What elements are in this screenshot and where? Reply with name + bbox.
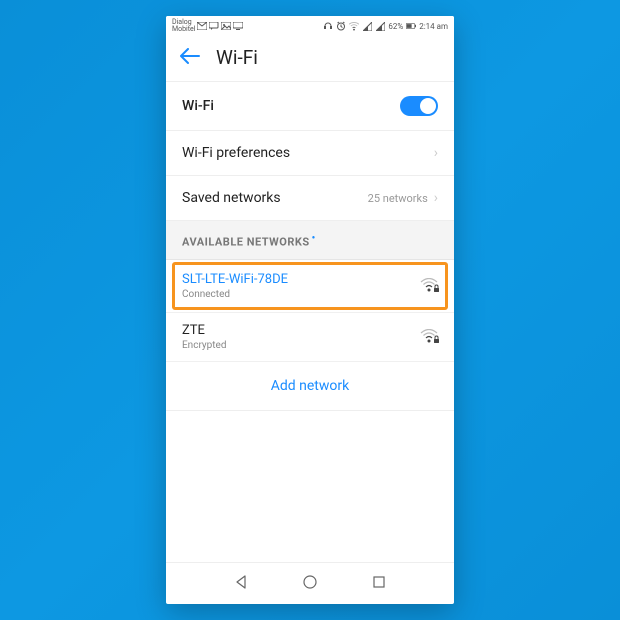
nav-recent-icon[interactable] — [371, 574, 387, 594]
saved-networks-row[interactable]: Saved networks 25 networks › — [166, 176, 454, 221]
available-networks-header: AVAILABLE NETWORKS• — [166, 221, 454, 260]
loading-indicator-icon: • — [312, 233, 316, 244]
clock-time: 2:14 am — [419, 22, 448, 31]
signal-icon-1 — [362, 21, 372, 31]
image-icon — [221, 21, 231, 31]
battery-percent: 62% — [388, 22, 403, 31]
nav-back-icon[interactable] — [233, 574, 249, 594]
signal-icon-2 — [375, 21, 385, 31]
battery-icon — [406, 21, 416, 31]
phone-frame: Dialog Mobitel — [166, 16, 454, 604]
content-spacer — [166, 411, 454, 562]
envelope-icon — [197, 21, 207, 31]
network-item[interactable]: ZTE Encrypted — [166, 313, 454, 362]
network-status: Connected — [182, 289, 288, 300]
saved-count: 25 networks — [368, 192, 428, 205]
wifi-label: Wi-Fi — [182, 98, 214, 114]
wifi-preferences-row[interactable]: Wi-Fi preferences › — [166, 131, 454, 176]
chevron-right-icon: › — [434, 190, 438, 206]
add-network-button[interactable]: Add network — [166, 362, 454, 411]
section-header-label: AVAILABLE NETWORKS — [182, 236, 310, 249]
headset-icon — [323, 21, 333, 31]
alarm-icon — [336, 21, 346, 31]
wifi-signal-lock-icon — [420, 278, 438, 294]
carrier-label: Dialog Mobitel — [172, 19, 195, 33]
chat-icon — [209, 21, 219, 31]
wifi-signal-lock-icon — [420, 329, 438, 345]
preferences-label: Wi-Fi preferences — [182, 145, 290, 161]
status-left: Dialog Mobitel — [172, 19, 243, 33]
header: Wi-Fi — [166, 36, 454, 81]
header-title: Wi-Fi — [216, 46, 258, 69]
network-status: Encrypted — [182, 340, 226, 351]
nav-bar — [166, 562, 454, 604]
saved-label: Saved networks — [182, 190, 281, 206]
network-name: SLT-LTE-WiFi-78DE — [182, 272, 288, 287]
add-network-label: Add network — [271, 378, 349, 394]
wifi-toggle[interactable] — [400, 96, 438, 116]
chevron-right-icon: › — [434, 145, 438, 161]
back-arrow-icon[interactable] — [180, 48, 200, 68]
status-right: 62% 2:14 am — [323, 21, 448, 31]
wifi-status-icon — [349, 21, 359, 31]
status-bar: Dialog Mobitel — [166, 16, 454, 36]
network-name: ZTE — [182, 323, 226, 338]
network-item-connected[interactable]: SLT-LTE-WiFi-78DE Connected — [166, 260, 454, 313]
nav-home-icon[interactable] — [302, 574, 318, 594]
screen-icon — [233, 21, 243, 31]
wifi-toggle-row[interactable]: Wi-Fi — [166, 81, 454, 131]
